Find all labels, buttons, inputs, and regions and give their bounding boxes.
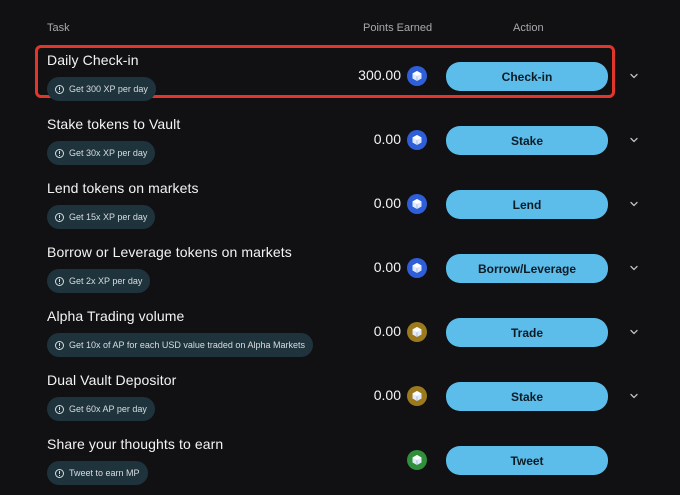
task-row: Stake tokens to Vault Get 30x XP per day 0… — [0, 116, 680, 180]
task-title: Daily Check-in — [47, 52, 139, 68]
task-hint-text: Get 10x of AP for each USD value traded … — [69, 340, 305, 350]
task-hint-badge: Get 30x XP per day — [47, 141, 156, 165]
action-button[interactable]: Stake — [446, 382, 608, 411]
chevron-down-icon[interactable] — [628, 133, 640, 145]
task-row: Dual Vault Depositor Get 60x AP per day 0.… — [0, 372, 680, 436]
task-hint-badge: Get 10x of AP for each USD value traded … — [47, 333, 313, 357]
cube-token-icon — [407, 386, 427, 406]
points-earned-value: 0.00 — [373, 259, 401, 275]
task-hint-text: Get 2x XP per day — [69, 276, 143, 286]
cube-token-icon — [407, 322, 427, 342]
action-button[interactable]: Lend — [446, 190, 608, 219]
task-row: Share your thoughts to earn Tweet to earn… — [0, 436, 680, 495]
header-action: Action — [513, 22, 544, 34]
cube-token-icon — [407, 258, 427, 278]
task-row: Daily Check-in Get 300 XP per day 300.00 Ch… — [0, 52, 680, 116]
cube-token-icon — [407, 450, 427, 470]
action-button[interactable]: Tweet — [446, 446, 608, 475]
task-title: Share your thoughts to earn — [47, 436, 224, 452]
action-button[interactable]: Borrow/Leverage — [446, 254, 608, 283]
task-hint-badge: Get 60x AP per day — [47, 397, 155, 421]
chevron-down-icon[interactable] — [628, 197, 640, 209]
info-circle-icon — [55, 148, 64, 158]
task-row: Borrow or Leverage tokens on markets Get … — [0, 244, 680, 308]
action-button[interactable]: Trade — [446, 318, 608, 347]
info-circle-icon — [55, 468, 64, 478]
info-circle-icon — [55, 84, 64, 94]
chevron-down-icon[interactable] — [628, 325, 640, 337]
table-header: Task Points Earned Action — [0, 0, 680, 48]
info-circle-icon — [55, 404, 64, 414]
task-hint-text: Get 30x XP per day — [69, 148, 148, 158]
task-title: Lend tokens on markets — [47, 180, 199, 196]
task-row: Alpha Trading volume Get 10x of AP for ea… — [0, 308, 680, 372]
info-circle-icon — [55, 340, 64, 350]
action-button[interactable]: Stake — [446, 126, 608, 155]
points-earned-value: 0.00 — [373, 131, 401, 147]
task-title: Dual Vault Depositor — [47, 372, 177, 388]
header-points-earned: Points Earned — [363, 22, 433, 34]
points-earned-value: 0.00 — [373, 387, 401, 403]
points-earned-value: 300.00 — [358, 67, 401, 83]
task-title: Alpha Trading volume — [47, 308, 185, 324]
cube-token-icon — [407, 130, 427, 150]
action-button[interactable]: Check-in — [446, 62, 608, 91]
task-title: Borrow or Leverage tokens on markets — [47, 244, 292, 260]
task-hint-text: Tweet to earn MP — [69, 468, 140, 478]
task-hint-text: Get 300 XP per day — [69, 84, 148, 94]
points-earned-value: 0.00 — [373, 323, 401, 339]
chevron-down-icon[interactable] — [628, 389, 640, 401]
info-circle-icon — [55, 212, 64, 222]
header-task: Task — [47, 22, 70, 34]
cube-token-icon — [407, 194, 427, 214]
task-row: Lend tokens on markets Get 15x XP per day… — [0, 180, 680, 244]
task-hint-text: Get 15x XP per day — [69, 212, 148, 222]
chevron-down-icon[interactable] — [628, 69, 640, 81]
chevron-down-icon[interactable] — [628, 261, 640, 273]
task-hint-badge: Get 300 XP per day — [47, 77, 156, 101]
task-hint-badge: Get 15x XP per day — [47, 205, 156, 229]
task-hint-text: Get 60x AP per day — [69, 404, 147, 414]
task-hint-badge: Get 2x XP per day — [47, 269, 151, 293]
task-title: Stake tokens to Vault — [47, 116, 181, 132]
cube-token-icon — [407, 66, 427, 86]
task-hint-badge: Tweet to earn MP — [47, 461, 148, 485]
info-circle-icon — [55, 276, 64, 286]
points-earned-value: 0.00 — [373, 195, 401, 211]
